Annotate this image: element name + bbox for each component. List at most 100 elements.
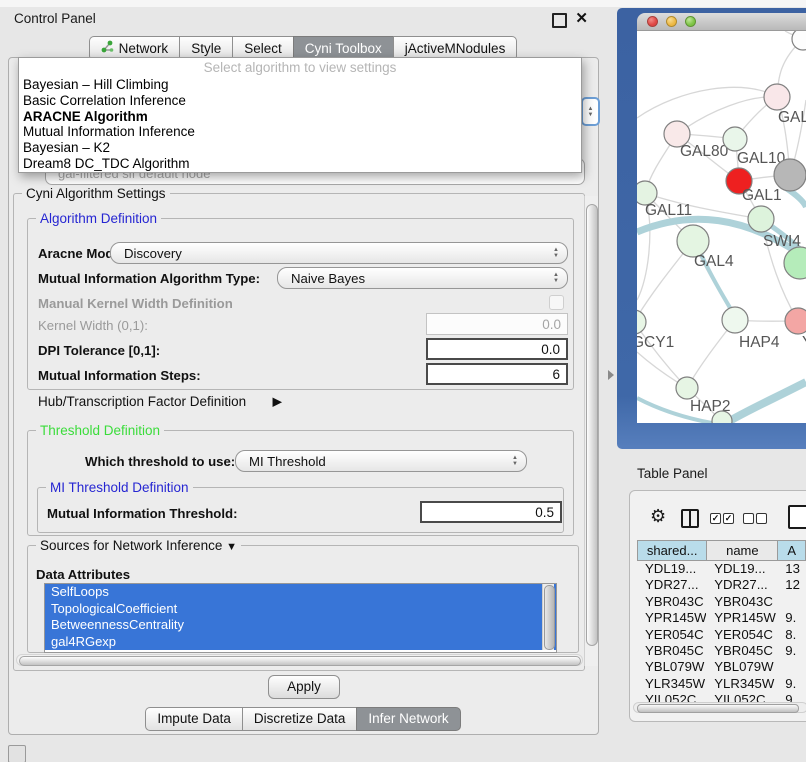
- tab-label: Select: [244, 41, 282, 56]
- manual-kernel-checkbox[interactable]: [549, 295, 564, 310]
- tab-label: Network: [119, 41, 169, 56]
- sources-title[interactable]: Sources for Network Inference ▼: [36, 538, 241, 553]
- collapse-right-icon[interactable]: ▶: [273, 394, 283, 409]
- network-node-gal10[interactable]: [723, 127, 747, 151]
- table-cell: YBR043C: [706, 594, 777, 610]
- tab-label: Infer Network: [368, 711, 448, 726]
- hub-definition-toggle[interactable]: Hub/Transcription Factor Definition: [38, 394, 246, 409]
- network-edge[interactable]: [726, 382, 806, 423]
- column-header-shared[interactable]: shared...: [637, 540, 706, 561]
- top-strip: [0, 0, 806, 7]
- attribute-list-scrollbar[interactable]: [542, 584, 554, 650]
- list-item[interactable]: TopologicalCoefficient: [45, 601, 556, 618]
- table-row[interactable]: YBL079WYBL079W: [637, 659, 806, 675]
- list-item[interactable]: SelfLoops: [45, 584, 556, 601]
- settings-vertical-scrollbar[interactable]: [584, 196, 598, 666]
- algorithm-option[interactable]: Dream8 DC_TDC Algorithm: [19, 156, 581, 172]
- table-cell: YDR27...: [637, 577, 706, 593]
- network-node-hap2[interactable]: [676, 377, 698, 399]
- algorithm-dropdown-list: Select algorithm to view settings Bayesi…: [18, 57, 582, 173]
- algorithm-definition-title: Algorithm Definition: [36, 211, 161, 226]
- algorithm-dropdown-prompt: Select algorithm to view settings: [19, 58, 581, 77]
- deselect-all-checkbox-icon[interactable]: [756, 513, 767, 524]
- node-label: GAL1: [742, 187, 782, 204]
- table-cell: YER054C: [637, 627, 706, 643]
- which-threshold-value: MI Threshold: [249, 454, 326, 469]
- control-panel-titlebar: Control Panel ✕: [0, 8, 606, 31]
- table-row[interactable]: YBR043CYBR043C: [637, 594, 806, 610]
- tab-discretize-data[interactable]: Discretize Data: [242, 707, 357, 731]
- deselect-all-checkbox-icon[interactable]: [743, 513, 754, 524]
- scrollbar-thumb[interactable]: [19, 656, 581, 666]
- zoom-traffic-light-icon[interactable]: [685, 16, 696, 27]
- algorithm-option[interactable]: Mutual Information Inference: [19, 124, 581, 140]
- list-item[interactable]: gal4RGexp: [45, 634, 556, 651]
- aracne-mode-select[interactable]: Discovery ▲▼: [110, 242, 568, 264]
- close-icon[interactable]: ✕: [575, 9, 588, 27]
- table-horizontal-scrollbar[interactable]: [633, 702, 806, 713]
- column-settings-icon[interactable]: [681, 509, 699, 528]
- network-node-gcy1[interactable]: [637, 310, 646, 334]
- data-attributes-list[interactable]: SelfLoopsTopologicalCoefficientBetweenne…: [44, 583, 557, 653]
- node-label: HAP4: [739, 334, 780, 351]
- which-threshold-label: Which threshold to use:: [85, 454, 235, 469]
- close-traffic-light-icon[interactable]: [647, 16, 658, 27]
- collapse-down-icon: ▼: [226, 541, 237, 553]
- node-label: Y: [802, 334, 806, 351]
- focused-spinner[interactable]: ▲ ▼: [581, 97, 600, 126]
- table-cell: 9.: [777, 643, 806, 659]
- select-all-checkbox-icon[interactable]: ✓: [710, 513, 721, 524]
- table-cell: YDR27...: [706, 577, 777, 593]
- network-window-titlebar[interactable]: [637, 13, 806, 31]
- gear-icon[interactable]: ⚙: [650, 506, 666, 527]
- apply-button[interactable]: Apply: [268, 675, 340, 699]
- network-edge[interactable]: [677, 97, 777, 134]
- table-row[interactable]: YLR345WYLR345W9.: [637, 676, 806, 692]
- collapsed-panel-button[interactable]: [8, 745, 26, 762]
- settings-horizontal-scrollbar[interactable]: [16, 654, 583, 666]
- table-cell: YBL079W: [637, 659, 706, 675]
- algorithm-option[interactable]: Bayesian – Hill Climbing: [19, 77, 581, 93]
- column-header-name[interactable]: name: [706, 540, 777, 561]
- splitter-handle[interactable]: [608, 370, 614, 380]
- network-edge[interactable]: [637, 322, 687, 388]
- network-node[interactable]: [784, 247, 806, 279]
- network-view-canvas[interactable]: GALGAL80GAL10GAL1GAL11SWI4GAL4GCY1HAP4YH…: [637, 31, 806, 423]
- scrollbar-thumb[interactable]: [637, 704, 799, 713]
- algorithm-option[interactable]: Basic Correlation Inference: [19, 93, 581, 109]
- algorithm-option[interactable]: ARACNE Algorithm: [19, 109, 581, 125]
- mi-steps-label: Mutual Information Steps:: [38, 368, 201, 383]
- node-label: GAL: [778, 109, 806, 126]
- table-cell: 13: [777, 561, 806, 577]
- tab-infer-network[interactable]: Infer Network: [356, 707, 460, 731]
- network-node[interactable]: [792, 31, 806, 50]
- network-node-swi4[interactable]: [748, 206, 774, 232]
- table-row[interactable]: YDL19...YDL19...13: [637, 561, 806, 577]
- network-node-y[interactable]: [785, 308, 806, 334]
- network-node-gal[interactable]: [764, 84, 790, 110]
- table-row[interactable]: YPR145WYPR145W9.: [637, 610, 806, 626]
- list-item[interactable]: BetweennessCentrality: [45, 617, 556, 634]
- dpi-tolerance-field[interactable]: 0.0: [426, 338, 568, 360]
- minimize-traffic-light-icon[interactable]: [666, 16, 677, 27]
- scrollbar-thumb[interactable]: [586, 204, 598, 646]
- mi-type-select[interactable]: Naive Bayes ▲▼: [277, 267, 568, 289]
- table-row[interactable]: YDR27...YDR27...12: [637, 577, 806, 593]
- table-cell: YDL19...: [706, 561, 777, 577]
- table-row[interactable]: YBR045CYBR045C9.: [637, 643, 806, 659]
- select-all-checkbox-icon[interactable]: ✓: [723, 513, 734, 524]
- float-window-icon[interactable]: [552, 13, 567, 28]
- tab-impute-data[interactable]: Impute Data: [145, 707, 242, 731]
- algorithm-option[interactable]: Bayesian – K2: [19, 140, 581, 156]
- mi-steps-field[interactable]: 6: [426, 363, 568, 385]
- network-node[interactable]: [774, 159, 806, 191]
- which-threshold-select[interactable]: MI Threshold ▲▼: [235, 450, 527, 472]
- column-header-A[interactable]: A: [777, 540, 806, 561]
- scrollbar-thumb[interactable]: [544, 585, 555, 650]
- table-cell: 9.: [777, 676, 806, 692]
- network-node-hap4[interactable]: [722, 307, 748, 333]
- mit-field[interactable]: 0.5: [420, 501, 562, 523]
- table-row[interactable]: YER054CYER054C8.: [637, 627, 806, 643]
- export-table-icon[interactable]: [788, 505, 806, 529]
- network-edge[interactable]: [637, 87, 777, 118]
